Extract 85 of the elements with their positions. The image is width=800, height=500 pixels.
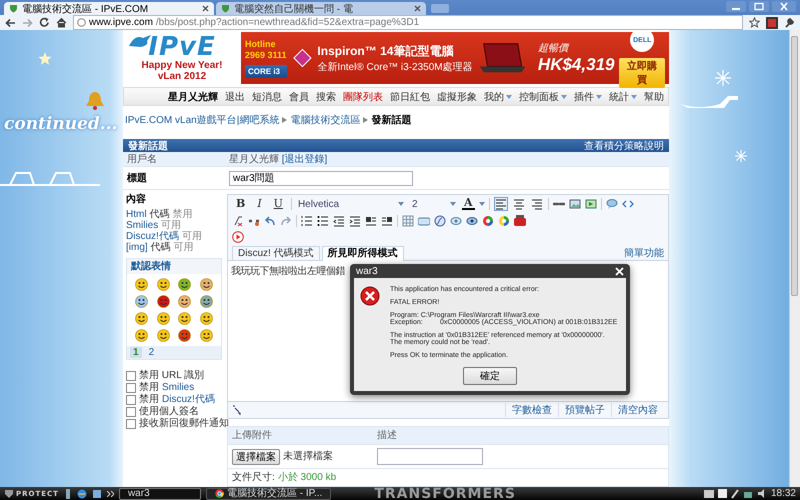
nav-link[interactable]: 幫助 — [644, 90, 664, 104]
breadcrumb-link[interactable]: 電腦技術交流區 — [290, 113, 360, 127]
bold-button[interactable]: B — [232, 197, 250, 211]
option-label: 禁用 — [139, 382, 159, 393]
url-path: /bbs/post.php?action=newthread&fid=52&extra=page%3D1 — [156, 17, 420, 28]
simple-mode-link[interactable]: 簡單功能 — [624, 246, 664, 260]
nav-link[interactable]: 節日紅包 — [390, 90, 430, 104]
code-suffix: 代碼 — [150, 242, 171, 253]
username-text: 星月乂光輝 — [229, 154, 280, 164]
underline-button[interactable]: U — [270, 197, 287, 211]
taskbar-window[interactable]: 電腦技術交流區 - IP... — [206, 488, 332, 500]
logout-link[interactable]: [退出登錄] — [282, 154, 328, 164]
text-color-button[interactable]: A — [462, 198, 474, 210]
ad-title: Inspiron™ 14筆記型電腦 — [317, 42, 454, 60]
nav-link[interactable]: 團隊列表 — [343, 90, 383, 104]
post-text: 我玩玩下無啦啦出左哩個錯 — [231, 266, 345, 277]
address-bar[interactable]: www.ipve.com /bbs/post.php?action=newthread&fid=52&extra=page%3D1 — [73, 15, 743, 30]
decorative-text: continued... — [4, 114, 118, 134]
column-header: 上傳附件 — [232, 430, 273, 441]
page-link[interactable]: 2 — [146, 347, 158, 358]
hotline-label: Hotline — [245, 38, 276, 48]
nav-link[interactable]: 虛擬形象 — [437, 90, 477, 104]
nav-menu[interactable]: 插件 — [574, 90, 602, 104]
breadcrumb-link[interactable]: IPvE.COM vLan遊戲平台|網吧系統 — [125, 113, 280, 127]
price-label: 超暢價 — [538, 42, 570, 55]
option-label: 禁用 — [139, 394, 159, 405]
nav-menu[interactable]: 我的 — [484, 90, 512, 104]
editor-link[interactable]: 預覽帖子 — [558, 403, 611, 417]
clock-text: 18:32 — [770, 488, 796, 499]
hotline-number: 2969 3111 — [245, 50, 287, 60]
option-label: 接收新回復郵件通知 — [139, 418, 229, 429]
nav-link[interactable]: 會員 — [289, 90, 309, 104]
choose-file-button[interactable]: 選擇檔案 — [232, 448, 280, 464]
code-status: 可用 — [174, 242, 194, 253]
option-label: 使用個人簽名 — [139, 406, 199, 417]
browser-tab[interactable]: 電腦技術交流區 - IPvE.COM — [4, 2, 214, 15]
option-link[interactable]: Smilies — [162, 382, 194, 393]
wallpaper-text: TRANSFORMERS — [374, 488, 516, 500]
logo-text: IPvE — [148, 34, 216, 60]
editor-link[interactable]: 清空內容 — [611, 403, 664, 417]
file-status: 未選擇檔案 — [283, 451, 333, 462]
user-link[interactable]: 星月乂光輝 — [168, 90, 218, 104]
mode-tab[interactable]: 所見即所得模式 — [322, 246, 404, 261]
breadcrumb-current: 發新話題 — [371, 113, 412, 127]
ok-button[interactable]: 確定 — [463, 367, 517, 385]
processor-badge: CORE i3 — [245, 64, 287, 78]
price-text: HK$4,319 — [538, 55, 614, 75]
ad-subtitle: 全新Intel® Core™ i3-2350M處理器 — [317, 60, 473, 74]
title-input[interactable]: war3問題 — [229, 170, 413, 186]
italic-button[interactable]: I — [253, 197, 266, 211]
taskbar-window[interactable]: war3 — [118, 488, 201, 500]
editor-link[interactable]: 字數檢查 — [505, 403, 558, 417]
code-name: Smilies — [126, 220, 158, 231]
nav-link[interactable]: 退出 — [225, 90, 245, 104]
size-label: 文件尺寸: — [232, 472, 275, 483]
field-label: 標題 — [126, 172, 148, 184]
browser-tab[interactable]: 電腦突然自己關機一問 - 電 — [216, 2, 426, 15]
mode-tab[interactable]: Discuz! 代碼模式 — [232, 246, 320, 260]
panel-title: 發新話題 — [128, 139, 168, 152]
code-status: 可用 — [182, 231, 202, 242]
nav-menu[interactable]: 控制面板 — [519, 90, 567, 104]
nav-link[interactable]: 搜索 — [316, 90, 336, 104]
dialog-title: war3 — [356, 266, 378, 276]
nav-link[interactable]: 短消息 — [252, 90, 282, 104]
help-link[interactable]: 查看積分策略說明 — [584, 138, 664, 152]
option-link[interactable]: Discuz!代碼 — [162, 394, 215, 405]
size-select[interactable]: 2 — [410, 197, 458, 211]
font-select[interactable]: Helvetica — [296, 197, 406, 211]
buy-button[interactable]: 立即購買 — [619, 58, 665, 88]
code-suffix: 代碼 — [150, 209, 170, 220]
url-host: www.ipve.com — [89, 17, 153, 28]
nav-menu[interactable]: 統計 — [609, 90, 637, 104]
field-label: 內容 — [126, 194, 147, 205]
code-name: Discuz!代碼 — [126, 231, 179, 242]
field-label: 用戶名 — [126, 152, 158, 166]
code-name: Html — [126, 209, 147, 220]
greeting-text: Happy New Year! — [142, 60, 222, 71]
size-value: 小於 3000 kb — [278, 472, 336, 483]
column-header: 描述 — [377, 430, 398, 441]
code-name: [img] — [126, 242, 148, 253]
option-label: 禁用 URL 識別 — [139, 370, 204, 381]
code-status: 禁用 — [172, 209, 193, 220]
smilies-title: 默認表情 — [127, 259, 221, 274]
greeting-text: vLan 2012 — [158, 71, 206, 82]
code-status: 可用 — [161, 220, 182, 231]
